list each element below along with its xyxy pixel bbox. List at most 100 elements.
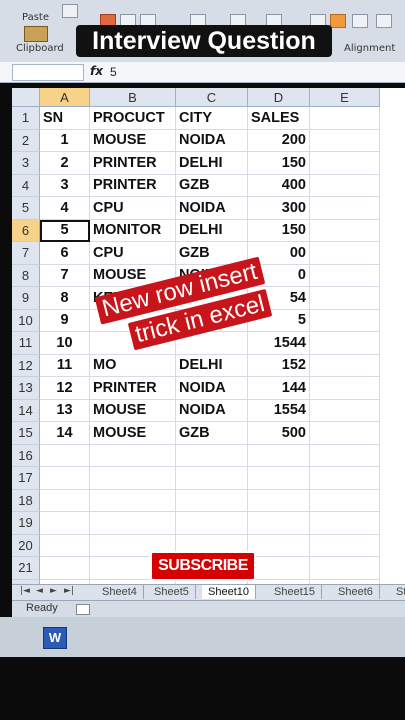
row-header[interactable]: 15	[12, 422, 40, 445]
row-header[interactable]: 21	[12, 557, 40, 580]
copy-icon[interactable]	[62, 4, 78, 18]
column-header-c[interactable]: C	[176, 88, 248, 107]
cell-e21[interactable]	[310, 557, 380, 580]
cell-b19[interactable]	[90, 512, 176, 535]
cell-e3[interactable]	[310, 152, 380, 175]
cell-a12[interactable]: 11	[40, 354, 90, 377]
row-header[interactable]: 7	[12, 242, 40, 265]
cell-a18[interactable]	[40, 489, 90, 512]
cell-c12[interactable]: DELHI	[176, 354, 248, 377]
cell-b4[interactable]: PRINTER	[90, 174, 176, 197]
sheet-tab[interactable]: Sheet5	[148, 585, 196, 599]
cell-c15[interactable]: GZB	[176, 422, 248, 445]
row-header[interactable]: 17	[12, 467, 40, 490]
cell-a13[interactable]: 12	[40, 377, 90, 400]
cell-c5[interactable]: NOIDA	[176, 197, 248, 220]
row-header[interactable]: 11	[12, 332, 40, 355]
row-header[interactable]: 16	[12, 444, 40, 467]
cell-d12[interactable]: 152	[248, 354, 310, 377]
cell-c16[interactable]	[176, 444, 248, 467]
row-header[interactable]: 3	[12, 152, 40, 175]
cell-d15[interactable]: 500	[248, 422, 310, 445]
cell-a2[interactable]: 1	[40, 129, 90, 152]
row-header[interactable]: 12	[12, 354, 40, 377]
cell-c6[interactable]: DELHI	[176, 219, 248, 242]
cell-a9[interactable]: 8	[40, 287, 90, 310]
sheet-tab[interactable]: St	[390, 585, 405, 599]
word-app-icon[interactable]: W	[43, 627, 67, 649]
cell-a11[interactable]: 10	[40, 332, 90, 355]
paste-icon[interactable]	[24, 26, 48, 42]
sheet-tab[interactable]: Sheet15	[268, 585, 322, 599]
cell-e18[interactable]	[310, 489, 380, 512]
cell-e14[interactable]	[310, 399, 380, 422]
cell-b7[interactable]: CPU	[90, 242, 176, 265]
align-center-button[interactable]	[330, 14, 346, 28]
formula-input[interactable]: 5	[110, 65, 400, 80]
cell-d3[interactable]: 150	[248, 152, 310, 175]
cell-e7[interactable]	[310, 242, 380, 265]
row-header[interactable]: 6	[12, 219, 40, 242]
cell-a3[interactable]: 2	[40, 152, 90, 175]
wrap-text-button[interactable]	[376, 14, 392, 28]
cell-d14[interactable]: 1554	[248, 399, 310, 422]
sheet-tab[interactable]: Sheet10	[202, 585, 256, 599]
row-header[interactable]: 8	[12, 264, 40, 287]
column-header-d[interactable]: D	[248, 88, 310, 107]
first-sheet-icon[interactable]: |◄	[20, 586, 30, 596]
column-header-a[interactable]: A	[40, 88, 90, 107]
cell-a5[interactable]: 4	[40, 197, 90, 220]
cell-a15[interactable]: 14	[40, 422, 90, 445]
cell-c1[interactable]: CITY	[176, 107, 248, 130]
cell-e12[interactable]	[310, 354, 380, 377]
row-header[interactable]: 9	[12, 287, 40, 310]
cell-b1[interactable]: PROCUCT	[90, 107, 176, 130]
cell-e8[interactable]	[310, 264, 380, 287]
row-header[interactable]: 10	[12, 309, 40, 332]
row-header[interactable]: 19	[12, 512, 40, 535]
cell-c18[interactable]	[176, 489, 248, 512]
cell-b18[interactable]	[90, 489, 176, 512]
cell-c14[interactable]: NOIDA	[176, 399, 248, 422]
cell-e5[interactable]	[310, 197, 380, 220]
cell-d6[interactable]: 150	[248, 219, 310, 242]
cell-b13[interactable]: PRINTER	[90, 377, 176, 400]
cell-a8[interactable]: 7	[40, 264, 90, 287]
cell-b16[interactable]	[90, 444, 176, 467]
sheet-tab[interactable]: Sheet6	[332, 585, 380, 599]
cell-d17[interactable]	[248, 467, 310, 490]
align-right-button[interactable]	[352, 14, 368, 28]
cell-a7[interactable]: 6	[40, 242, 90, 265]
cell-b17[interactable]	[90, 467, 176, 490]
cell-d1[interactable]: SALES	[248, 107, 310, 130]
cell-a10[interactable]: 9	[40, 309, 90, 332]
cell-a19[interactable]	[40, 512, 90, 535]
cell-e11[interactable]	[310, 332, 380, 355]
cell-d16[interactable]	[248, 444, 310, 467]
cell-a6[interactable]: 5	[40, 219, 90, 242]
cell-c3[interactable]: DELHI	[176, 152, 248, 175]
last-sheet-icon[interactable]: ►|	[64, 586, 74, 596]
row-header[interactable]: 20	[12, 534, 40, 557]
column-header-b[interactable]: B	[90, 88, 176, 107]
cell-e13[interactable]	[310, 377, 380, 400]
cell-e4[interactable]	[310, 174, 380, 197]
select-all-corner[interactable]	[12, 88, 40, 107]
row-header[interactable]: 4	[12, 174, 40, 197]
cell-a20[interactable]	[40, 534, 90, 557]
cell-e15[interactable]	[310, 422, 380, 445]
cell-c17[interactable]	[176, 467, 248, 490]
row-header[interactable]: 18	[12, 489, 40, 512]
cell-b3[interactable]: PRINTER	[90, 152, 176, 175]
row-header[interactable]: 1	[12, 107, 40, 130]
cell-e17[interactable]	[310, 467, 380, 490]
name-box[interactable]	[12, 64, 84, 81]
cell-a21[interactable]	[40, 557, 90, 580]
cell-d4[interactable]: 400	[248, 174, 310, 197]
cell-a17[interactable]	[40, 467, 90, 490]
cell-e1[interactable]	[310, 107, 380, 130]
cell-e16[interactable]	[310, 444, 380, 467]
cell-a14[interactable]: 13	[40, 399, 90, 422]
cell-e20[interactable]	[310, 534, 380, 557]
cell-d5[interactable]: 300	[248, 197, 310, 220]
